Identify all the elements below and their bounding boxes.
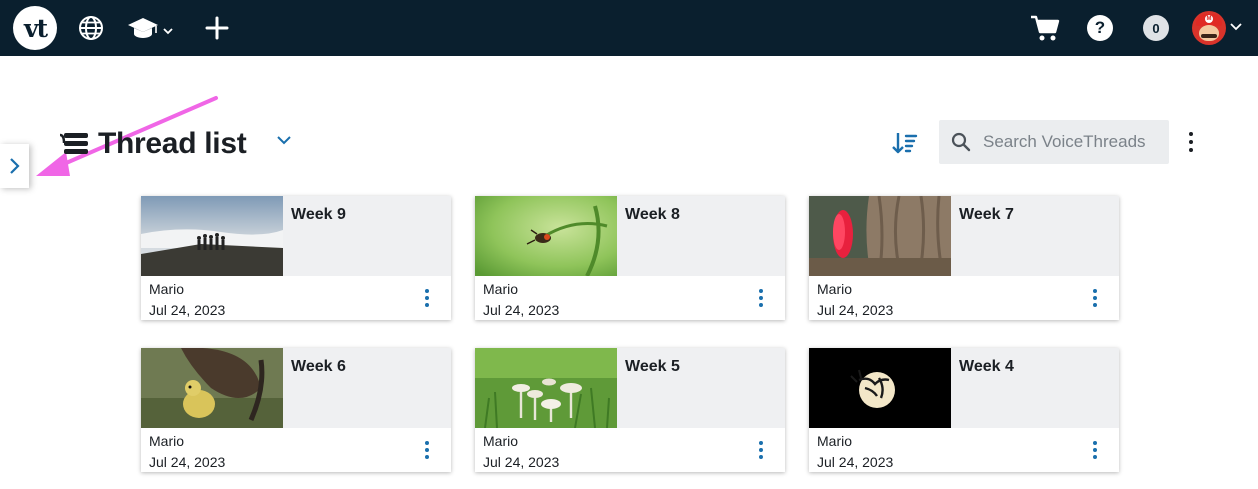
- avatar: M: [1192, 11, 1226, 45]
- thread-title[interactable]: Week 5: [625, 358, 680, 376]
- thread-title[interactable]: Week 7: [959, 206, 1014, 224]
- thread-card[interactable]: Week 5 Mario Jul 24, 2023: [475, 348, 785, 472]
- logo-text: vt: [23, 13, 48, 43]
- thread-card[interactable]: Week 7 Mario Jul 24, 2023: [809, 196, 1119, 320]
- thread-card[interactable]: Week 8 Mario Jul 24, 2023: [475, 196, 785, 320]
- thread-author: Mario: [149, 433, 185, 449]
- sort-icon[interactable]: [892, 131, 918, 155]
- courses-menu-button[interactable]: [126, 14, 178, 42]
- thread-options-icon[interactable]: [755, 440, 767, 460]
- thread-card-header: Week 9: [283, 196, 451, 276]
- thread-options-icon[interactable]: [1089, 288, 1101, 308]
- thread-card[interactable]: Week 9 Mario Jul 24, 2023: [141, 196, 451, 320]
- thread-thumbnail[interactable]: [141, 196, 283, 276]
- help-icon[interactable]: ?: [1087, 15, 1113, 41]
- thread-author: Mario: [817, 281, 853, 297]
- voicethread-logo[interactable]: vt: [13, 6, 57, 50]
- globe-icon[interactable]: [78, 15, 104, 41]
- thread-date: Jul 24, 2023: [149, 302, 226, 318]
- search-box[interactable]: [939, 120, 1169, 164]
- thread-title[interactable]: Week 8: [625, 206, 680, 224]
- thread-date: Jul 24, 2023: [483, 302, 560, 318]
- thread-thumbnail[interactable]: [475, 348, 617, 428]
- chevron-down-icon: [1230, 23, 1242, 31]
- thread-thumbnail[interactable]: [809, 196, 951, 276]
- thread-card[interactable]: Week 4 Mario Jul 24, 2023: [809, 348, 1119, 472]
- thread-options-icon[interactable]: [421, 440, 433, 460]
- chevron-right-icon: [9, 158, 20, 174]
- thread-author: Mario: [483, 281, 519, 297]
- thread-author: Mario: [483, 433, 519, 449]
- thread-title[interactable]: Week 6: [291, 358, 346, 376]
- notification-badge[interactable]: 0: [1143, 15, 1169, 41]
- thread-thumbnail[interactable]: [809, 348, 951, 428]
- thread-card-header: Week 8: [617, 196, 785, 276]
- thread-date: Jul 24, 2023: [817, 454, 894, 470]
- top-bar: vt ? 0 M: [0, 0, 1258, 56]
- thread-card-header: Week 6: [283, 348, 451, 428]
- plus-icon[interactable]: [203, 14, 231, 42]
- thread-date: Jul 24, 2023: [149, 454, 226, 470]
- thread-card[interactable]: Week 6 Mario Jul 24, 2023: [141, 348, 451, 472]
- thread-title[interactable]: Week 9: [291, 206, 346, 224]
- thread-date: Jul 24, 2023: [483, 454, 560, 470]
- search-input[interactable]: [983, 132, 1163, 152]
- thread-date: Jul 24, 2023: [817, 302, 894, 318]
- thread-card-header: Week 7: [951, 196, 1119, 276]
- help-icon-glyph: ?: [1094, 18, 1106, 37]
- thread-author: Mario: [817, 433, 853, 449]
- graduation-cap-icon: [128, 18, 173, 38]
- account-menu-button[interactable]: M: [1192, 11, 1244, 45]
- thread-thumbnail[interactable]: [475, 196, 617, 276]
- thread-card-header: Week 5: [617, 348, 785, 428]
- thread-options-icon[interactable]: [421, 288, 433, 308]
- thread-list-icon: [60, 133, 88, 154]
- thread-card-header: Week 4: [951, 348, 1119, 428]
- notification-count: 0: [1152, 20, 1160, 36]
- page-title: Thread list: [98, 127, 247, 160]
- thread-author: Mario: [149, 281, 185, 297]
- page-header: Thread list: [60, 122, 291, 166]
- thread-thumbnail[interactable]: [141, 348, 283, 428]
- more-options-icon[interactable]: [1181, 130, 1201, 154]
- thread-options-icon[interactable]: [755, 288, 767, 308]
- search-icon: [951, 132, 971, 152]
- thread-options-icon[interactable]: [1089, 440, 1101, 460]
- cart-icon[interactable]: [1029, 13, 1061, 43]
- thread-title[interactable]: Week 4: [959, 358, 1014, 376]
- sidebar-toggle-button[interactable]: [0, 144, 29, 188]
- chevron-down-icon[interactable]: [276, 134, 292, 146]
